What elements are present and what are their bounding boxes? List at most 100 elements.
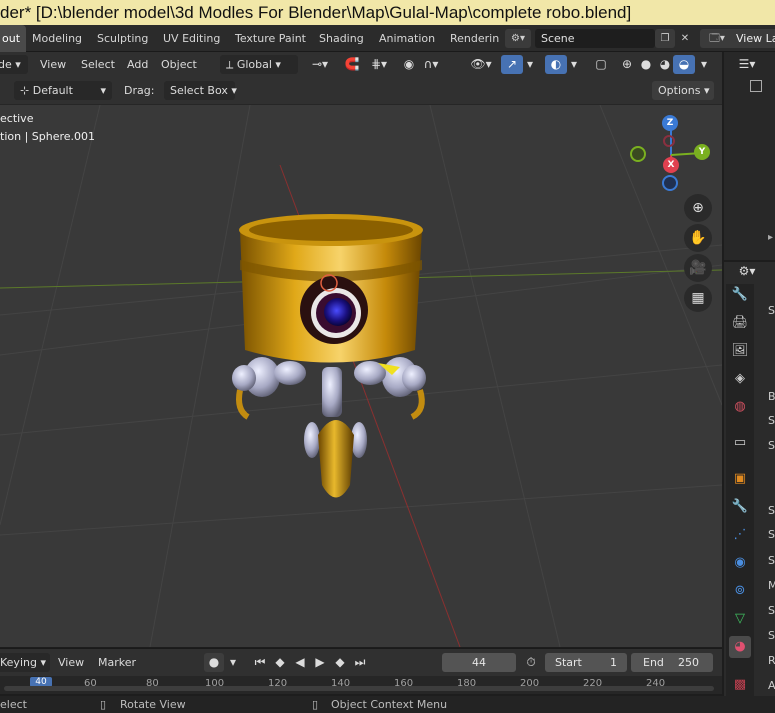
scene-icon[interactable]: ⚙▾ <box>505 29 531 48</box>
current-frame-field[interactable]: 44 <box>442 653 516 672</box>
properties-editor-type-icon[interactable]: ⚙▾ <box>732 262 762 281</box>
menu-add[interactable]: Add <box>127 55 148 74</box>
options-dropdown[interactable]: Options ▾ <box>652 81 714 100</box>
close-scene-icon[interactable]: ✕ <box>677 29 693 48</box>
properties-panel[interactable]: ⚙▾ 🔧 🖨 🖼 ◈ ◍ ▭ ▣ 🔧 ⋰ ◉ ⊚ ▽ ◕ ▩ S B S S S… <box>722 262 775 700</box>
render-tab-icon[interactable]: 🖨 <box>729 312 751 334</box>
timeline-scrollbar[interactable] <box>4 686 714 691</box>
tab-layout[interactable]: out <box>0 25 27 52</box>
gizmo-z-axis[interactable]: Z <box>662 115 678 131</box>
scene-tab-icon[interactable]: ◍ <box>729 396 751 418</box>
proportional-edit-icon[interactable]: ◉ <box>398 55 420 74</box>
view-layer-tab-icon[interactable]: ◈ <box>729 368 751 390</box>
rendered-shading-icon[interactable]: ◒ <box>673 55 695 74</box>
shading-dropdown-icon[interactable]: ▾ <box>696 55 712 74</box>
tab-shading[interactable]: Shading <box>313 25 370 52</box>
tab-sculpting[interactable]: Sculpting <box>91 25 154 52</box>
prev-keyframe-icon[interactable]: ◆ <box>270 653 290 672</box>
camera-view-icon[interactable]: 🎥 <box>684 254 712 282</box>
preview-range-icon[interactable]: ⏱ <box>521 653 541 672</box>
prop-label-2: B <box>768 390 775 403</box>
particles-tab-icon[interactable]: ⋰ <box>729 524 751 546</box>
start-frame-field[interactable]: Start 1 <box>545 653 627 672</box>
transform-pivot-dropdown[interactable]: ⊹ Default ▾ <box>14 81 112 100</box>
timeline-header: Keying ▾ View Marker ● ▾ ⏮ ◆ ◀ ▶ ◆ ⏭ 44 … <box>0 648 722 676</box>
timeline-marker-menu[interactable]: Marker <box>98 653 136 672</box>
tab-rendering[interactable]: Renderin <box>444 25 505 52</box>
gizmo-neg-x-axis[interactable] <box>663 135 675 147</box>
pivot-label: Default <box>32 84 73 97</box>
navigation-gizmo[interactable]: Z X Y <box>626 113 716 195</box>
perspective-grid-icon[interactable]: ▦ <box>684 284 712 312</box>
end-frame-field[interactable]: End 250 <box>631 653 713 672</box>
pan-hand-icon[interactable]: ✋ <box>684 224 712 252</box>
menu-select[interactable]: Select <box>81 55 115 74</box>
timeline-view-menu[interactable]: View <box>58 653 84 672</box>
keying-label: Keying <box>0 656 37 669</box>
outliner-expand-icon[interactable]: ▸ <box>768 232 773 243</box>
drag-dropdown[interactable]: Select Box ▾ <box>164 81 237 100</box>
keying-dropdown[interactable]: Keying ▾ <box>0 653 50 672</box>
scene-collection-icon <box>750 80 762 92</box>
prop-label-9: S <box>768 604 775 617</box>
menu-object[interactable]: Object <box>161 55 197 74</box>
mouse-right-icon: ▯ <box>312 698 319 711</box>
snap-options-icon[interactable]: ⋕▾ <box>365 55 393 74</box>
gizmo-neg-y-axis[interactable] <box>630 146 646 162</box>
xray-toggle-icon[interactable]: ▢ <box>590 55 612 74</box>
prop-label-7: S <box>768 554 775 567</box>
auto-key-dropdown-icon[interactable]: ▾ <box>224 653 242 672</box>
jump-start-icon[interactable]: ⏮ <box>250 653 270 672</box>
outliner-panel[interactable]: ☰▾ ▸ <box>722 52 775 260</box>
world-tab-icon[interactable]: ▭ <box>729 432 751 454</box>
gizmo-y-axis[interactable]: Y <box>694 144 710 160</box>
next-keyframe-icon[interactable]: ◆ <box>330 653 350 672</box>
visibility-icon[interactable]: 👁▾ <box>466 55 496 74</box>
orientation-label: Global <box>236 58 272 71</box>
snap-toggle-icon[interactable]: 🧲 <box>341 55 363 74</box>
output-tab-icon[interactable]: 🖼 <box>729 340 751 362</box>
jump-end-icon[interactable]: ⏭ <box>350 653 370 672</box>
outliner-editor-type-icon[interactable]: ☰▾ <box>732 55 762 74</box>
gizmo-dropdown-icon[interactable]: ▾ <box>522 55 538 74</box>
properties-tabs: 🔧 🖨 🖼 ◈ ◍ ▭ ▣ 🔧 ⋰ ◉ ⊚ ▽ ◕ ▩ <box>726 284 754 700</box>
object-tab-icon[interactable]: ▣ <box>729 468 751 490</box>
tool-tab-icon[interactable]: 🔧 <box>729 284 751 306</box>
record-icon[interactable]: ● <box>204 653 224 672</box>
timeline-ruler[interactable]: 40 60 80 100 120 140 160 180 200 220 240 <box>0 676 722 694</box>
gizmo-toggle-icon[interactable]: ↗ <box>501 55 523 74</box>
menu-view[interactable]: View <box>40 55 66 74</box>
gizmo-x-axis[interactable]: X <box>663 157 679 173</box>
falloff-icon[interactable]: ∩▾ <box>420 55 442 74</box>
copy-scene-icon[interactable]: ❐ <box>655 29 675 48</box>
constraints-tab-icon[interactable]: ⊚ <box>729 580 751 602</box>
tab-modeling[interactable]: Modeling <box>26 25 88 52</box>
tab-uv-editing[interactable]: UV Editing <box>157 25 226 52</box>
orientation-dropdown[interactable]: ⟂ Global ▾ <box>220 55 298 74</box>
overlays-dropdown-icon[interactable]: ▾ <box>566 55 582 74</box>
scene-name-field[interactable]: Scene <box>535 29 655 48</box>
prop-label-1: S <box>768 304 775 317</box>
play-reverse-icon[interactable]: ◀ <box>290 653 310 672</box>
play-icon[interactable]: ▶ <box>310 653 330 672</box>
pivot-point-icon[interactable]: ⊸▾ <box>305 55 335 74</box>
data-tab-icon[interactable]: ▽ <box>729 608 751 630</box>
physics-tab-icon[interactable]: ◉ <box>729 552 751 574</box>
mode-selector[interactable]: de ▾ <box>0 55 28 74</box>
overlays-toggle-icon[interactable]: ◐ <box>545 55 567 74</box>
3d-viewport[interactable]: ective tion | Sphere.001 Z X Y ⊕ ✋ 🎥 ▦ <box>0 105 722 647</box>
robot-model[interactable] <box>232 214 426 498</box>
options-label: Options <box>658 84 701 97</box>
modifier-tab-icon[interactable]: 🔧 <box>729 496 751 518</box>
scene-selector[interactable]: ⚙▾ Scene ❐ ✕ <box>505 29 695 48</box>
tab-texture-paint[interactable]: Texture Paint <box>229 25 312 52</box>
zoom-icon[interactable]: ⊕ <box>684 194 712 222</box>
view-layer-icon: 🗔▾ <box>709 33 725 44</box>
status-rotate-view: Rotate View <box>120 698 186 711</box>
prop-label-11: R <box>768 654 775 667</box>
tab-animation[interactable]: Animation <box>373 25 441 52</box>
material-tab-icon[interactable]: ◕ <box>729 636 751 658</box>
start-label: Start <box>555 656 582 669</box>
gizmo-neg-z-axis[interactable] <box>662 175 678 191</box>
texture-tab-icon[interactable]: ▩ <box>729 674 751 696</box>
